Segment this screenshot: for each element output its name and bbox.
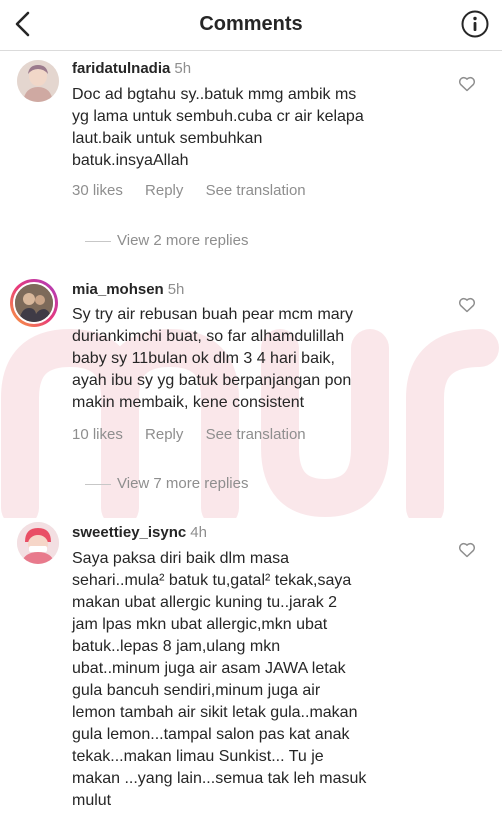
username[interactable]: mia_mohsen: [72, 281, 164, 298]
avatar-story-ring[interactable]: [10, 279, 58, 327]
timestamp: 5h: [174, 60, 192, 77]
info-button[interactable]: [460, 9, 490, 39]
see-translation-button[interactable]: See translation: [206, 182, 306, 199]
header-bar: Comments: [0, 0, 502, 51]
likes-count[interactable]: 30 likes: [72, 182, 123, 199]
likes-count[interactable]: 10 likes: [72, 426, 123, 443]
comment-header: sweettiey_isync 4h: [72, 524, 207, 542]
heart-icon: [458, 542, 476, 558]
comment-header: faridatulnadia 5h: [72, 60, 191, 78]
comment-text: Sy try air rebusan buah pear mcm mary du…: [72, 306, 353, 411]
see-translation-button[interactable]: See translation: [206, 426, 306, 443]
user-photo-icon: [17, 522, 59, 564]
page-title: Comments: [199, 13, 303, 35]
view-more-replies[interactable]: View 2 more replies: [85, 232, 248, 249]
info-icon: [461, 10, 489, 38]
timestamp: 5h: [167, 281, 185, 298]
view-more-replies[interactable]: View 7 more replies: [85, 475, 248, 492]
heart-icon: [458, 297, 476, 313]
like-button[interactable]: [458, 542, 476, 558]
comment-text: Doc ad bgtahu sy..batuk mmg ambik ms yg …: [72, 86, 364, 169]
view-more-replies-label: View 2 more replies: [117, 232, 249, 249]
view-more-replies-label: View 7 more replies: [117, 475, 249, 492]
reply-button[interactable]: Reply: [145, 182, 183, 199]
like-button[interactable]: [458, 297, 476, 313]
avatar: [13, 282, 55, 324]
avatar[interactable]: [17, 60, 59, 102]
user-photo-icon: [17, 60, 59, 102]
heart-icon: [458, 76, 476, 92]
username[interactable]: sweettiey_isync: [72, 524, 186, 541]
like-button[interactable]: [458, 76, 476, 92]
replies-divider: [85, 240, 111, 242]
comment-actions: 30 likes Reply See translation: [72, 182, 306, 199]
timestamp: 4h: [190, 524, 207, 541]
replies-divider: [85, 483, 111, 485]
username[interactable]: faridatulnadia: [72, 60, 170, 77]
comment-text: Saya paksa diri baik dlm masa sehari..mu…: [72, 550, 367, 809]
comment-header: mia_mohsen 5h: [72, 281, 184, 299]
avatar[interactable]: [17, 522, 59, 564]
user-photo-icon: [15, 284, 53, 322]
comment-actions: 10 likes Reply See translation: [72, 426, 306, 443]
reply-button[interactable]: Reply: [145, 426, 183, 443]
